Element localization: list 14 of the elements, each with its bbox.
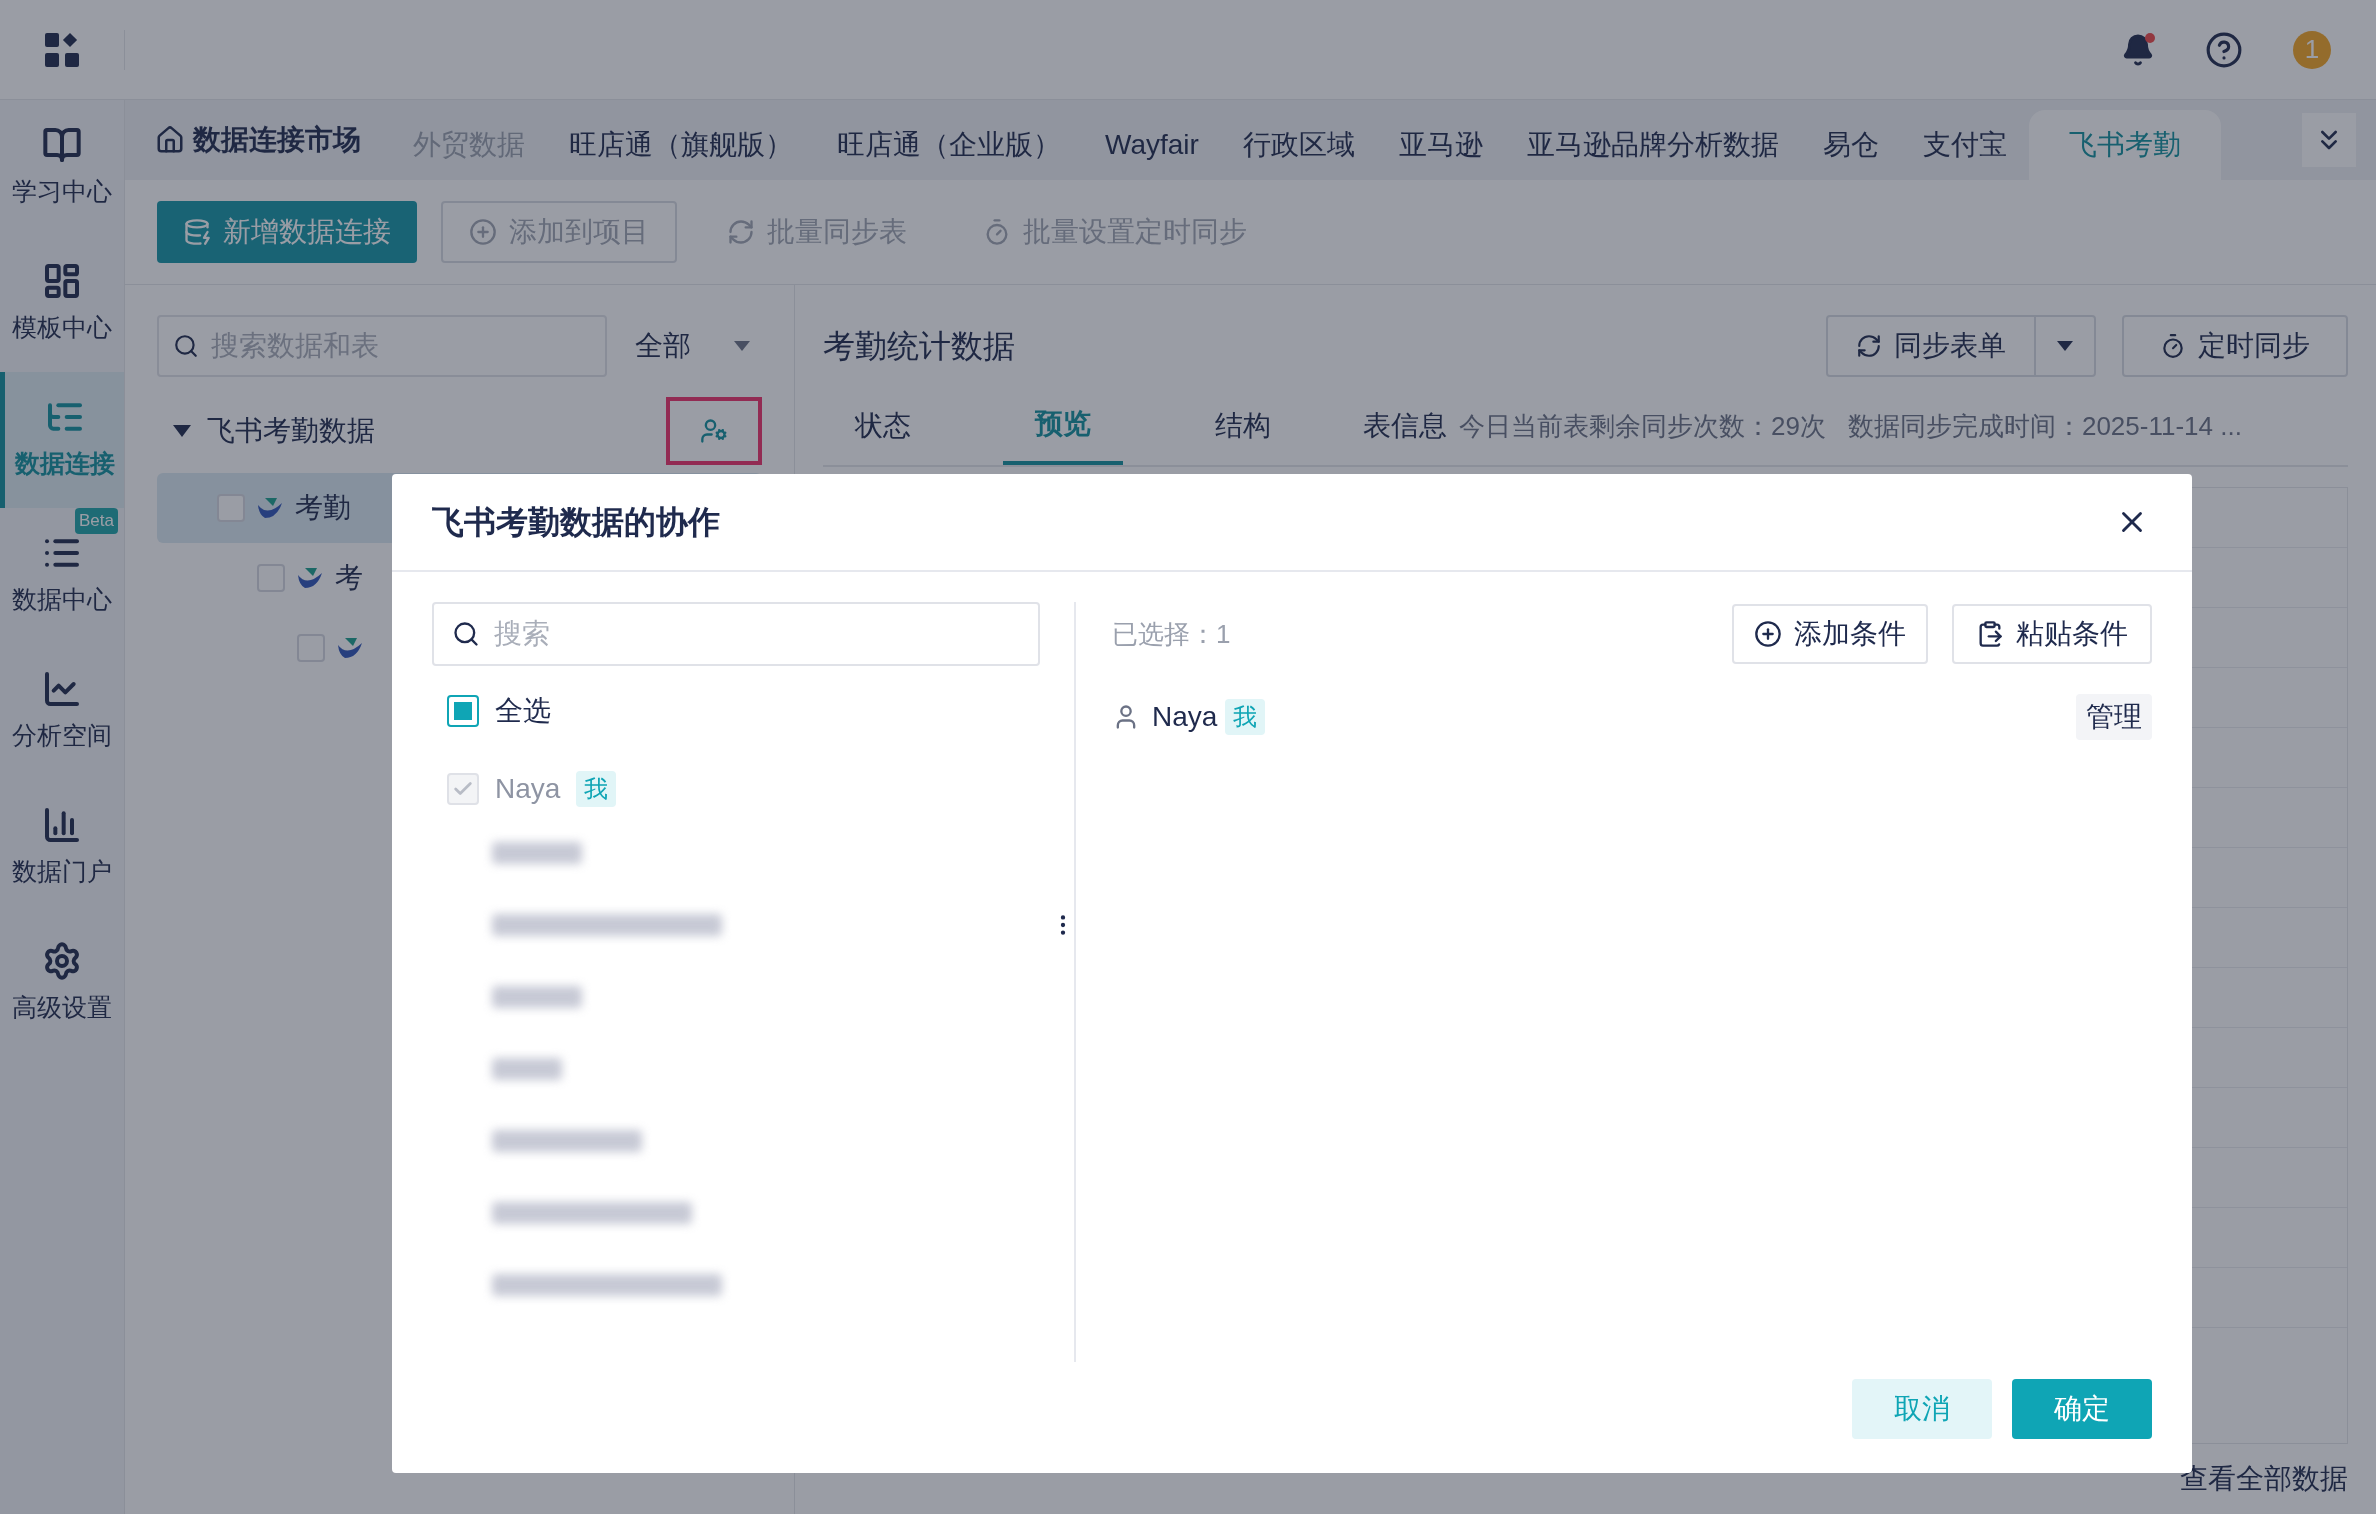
dialog-title: 飞书考勤数据的协作 bbox=[432, 503, 720, 542]
beta-badge: Beta bbox=[75, 508, 118, 534]
selected-count: 已选择：1 bbox=[1112, 617, 1231, 651]
selected-member-name: Naya bbox=[1152, 700, 1218, 734]
table-name: 考勤 bbox=[295, 491, 351, 525]
table-title: 考勤统计数据 bbox=[823, 327, 1015, 366]
table-name: 考 bbox=[335, 561, 363, 595]
me-tag: 我 bbox=[1225, 699, 1266, 735]
select-all-label: 全选 bbox=[495, 694, 551, 728]
sync-time-text: 数据同步完成时间：2025-11-14 ... bbox=[1847, 409, 2242, 443]
member-name: Naya bbox=[495, 772, 561, 806]
info-label: 表信息 bbox=[1363, 409, 1447, 443]
sync-count-text: 今日当前表剩余同步次数：29次 bbox=[1459, 409, 1826, 443]
me-tag: 我 bbox=[576, 771, 617, 807]
